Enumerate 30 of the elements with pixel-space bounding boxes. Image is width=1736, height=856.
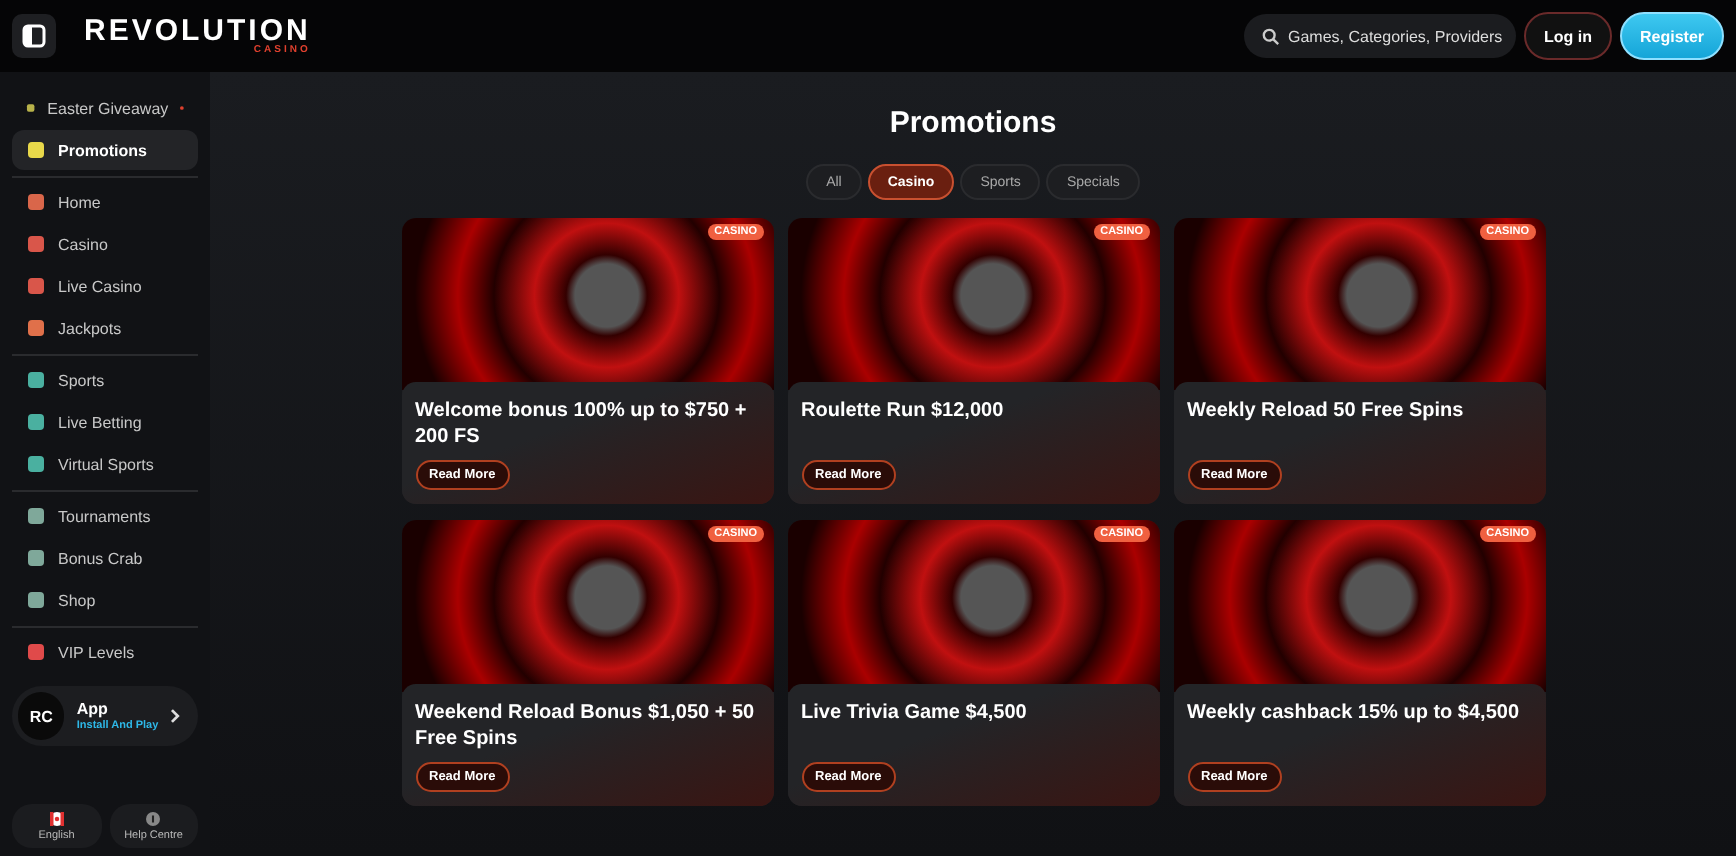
sidebar-item[interactable]: Live Betting xyxy=(12,402,198,442)
sidebar-item[interactable]: Live Casino xyxy=(12,266,198,306)
app-logo: RC xyxy=(18,692,65,740)
sidebar-toggle-button[interactable] xyxy=(12,14,56,58)
sidebar-item[interactable]: Shop xyxy=(12,580,198,620)
promo-title: Weekend Reload Bonus $1,050 + 50 Free Spins xyxy=(415,700,757,752)
promo-title: Live Trivia Game $4,500 xyxy=(801,700,1027,726)
app-title: App xyxy=(76,699,110,719)
search-field[interactable]: Games, Categories, Providers xyxy=(1244,14,1516,58)
promo-title: Roulette Run $12,000 xyxy=(801,398,1004,424)
page-title: Promotions xyxy=(889,106,1057,140)
chevron-right-icon xyxy=(170,708,182,724)
sidebar-item[interactable]: Jackpots xyxy=(12,308,198,348)
logo-text: REVOLUTION xyxy=(84,16,311,46)
promo-title: Weekly cashback 15% up to $4,500 xyxy=(1187,700,1520,726)
sidebar-item[interactable]: VIP Levels xyxy=(12,632,198,672)
flag-icon xyxy=(49,811,64,825)
sidebar-item[interactable]: Tournaments xyxy=(12,496,198,536)
header-button[interactable]: Log in xyxy=(1524,12,1612,60)
sidebar-item[interactable]: Home xyxy=(12,182,198,222)
sidebar-item[interactable]: Easter Giveaway xyxy=(12,88,198,128)
promo-title: Welcome bonus 100% up to $750 + 200 FS xyxy=(415,398,749,450)
sidebar-item[interactable]: Bonus Crab xyxy=(12,538,198,578)
sidebar-item[interactable]: Casino xyxy=(12,224,198,264)
sidebar-icon xyxy=(22,24,46,48)
sidebar-item[interactable]: Promotions xyxy=(12,130,198,170)
promo-title: Weekly Reload 50 Free Spins xyxy=(1187,398,1464,424)
sidebar-item[interactable]: Virtual Sports xyxy=(12,444,198,484)
sidebar-item[interactable]: Sports xyxy=(12,360,198,400)
help-icon xyxy=(146,811,161,825)
